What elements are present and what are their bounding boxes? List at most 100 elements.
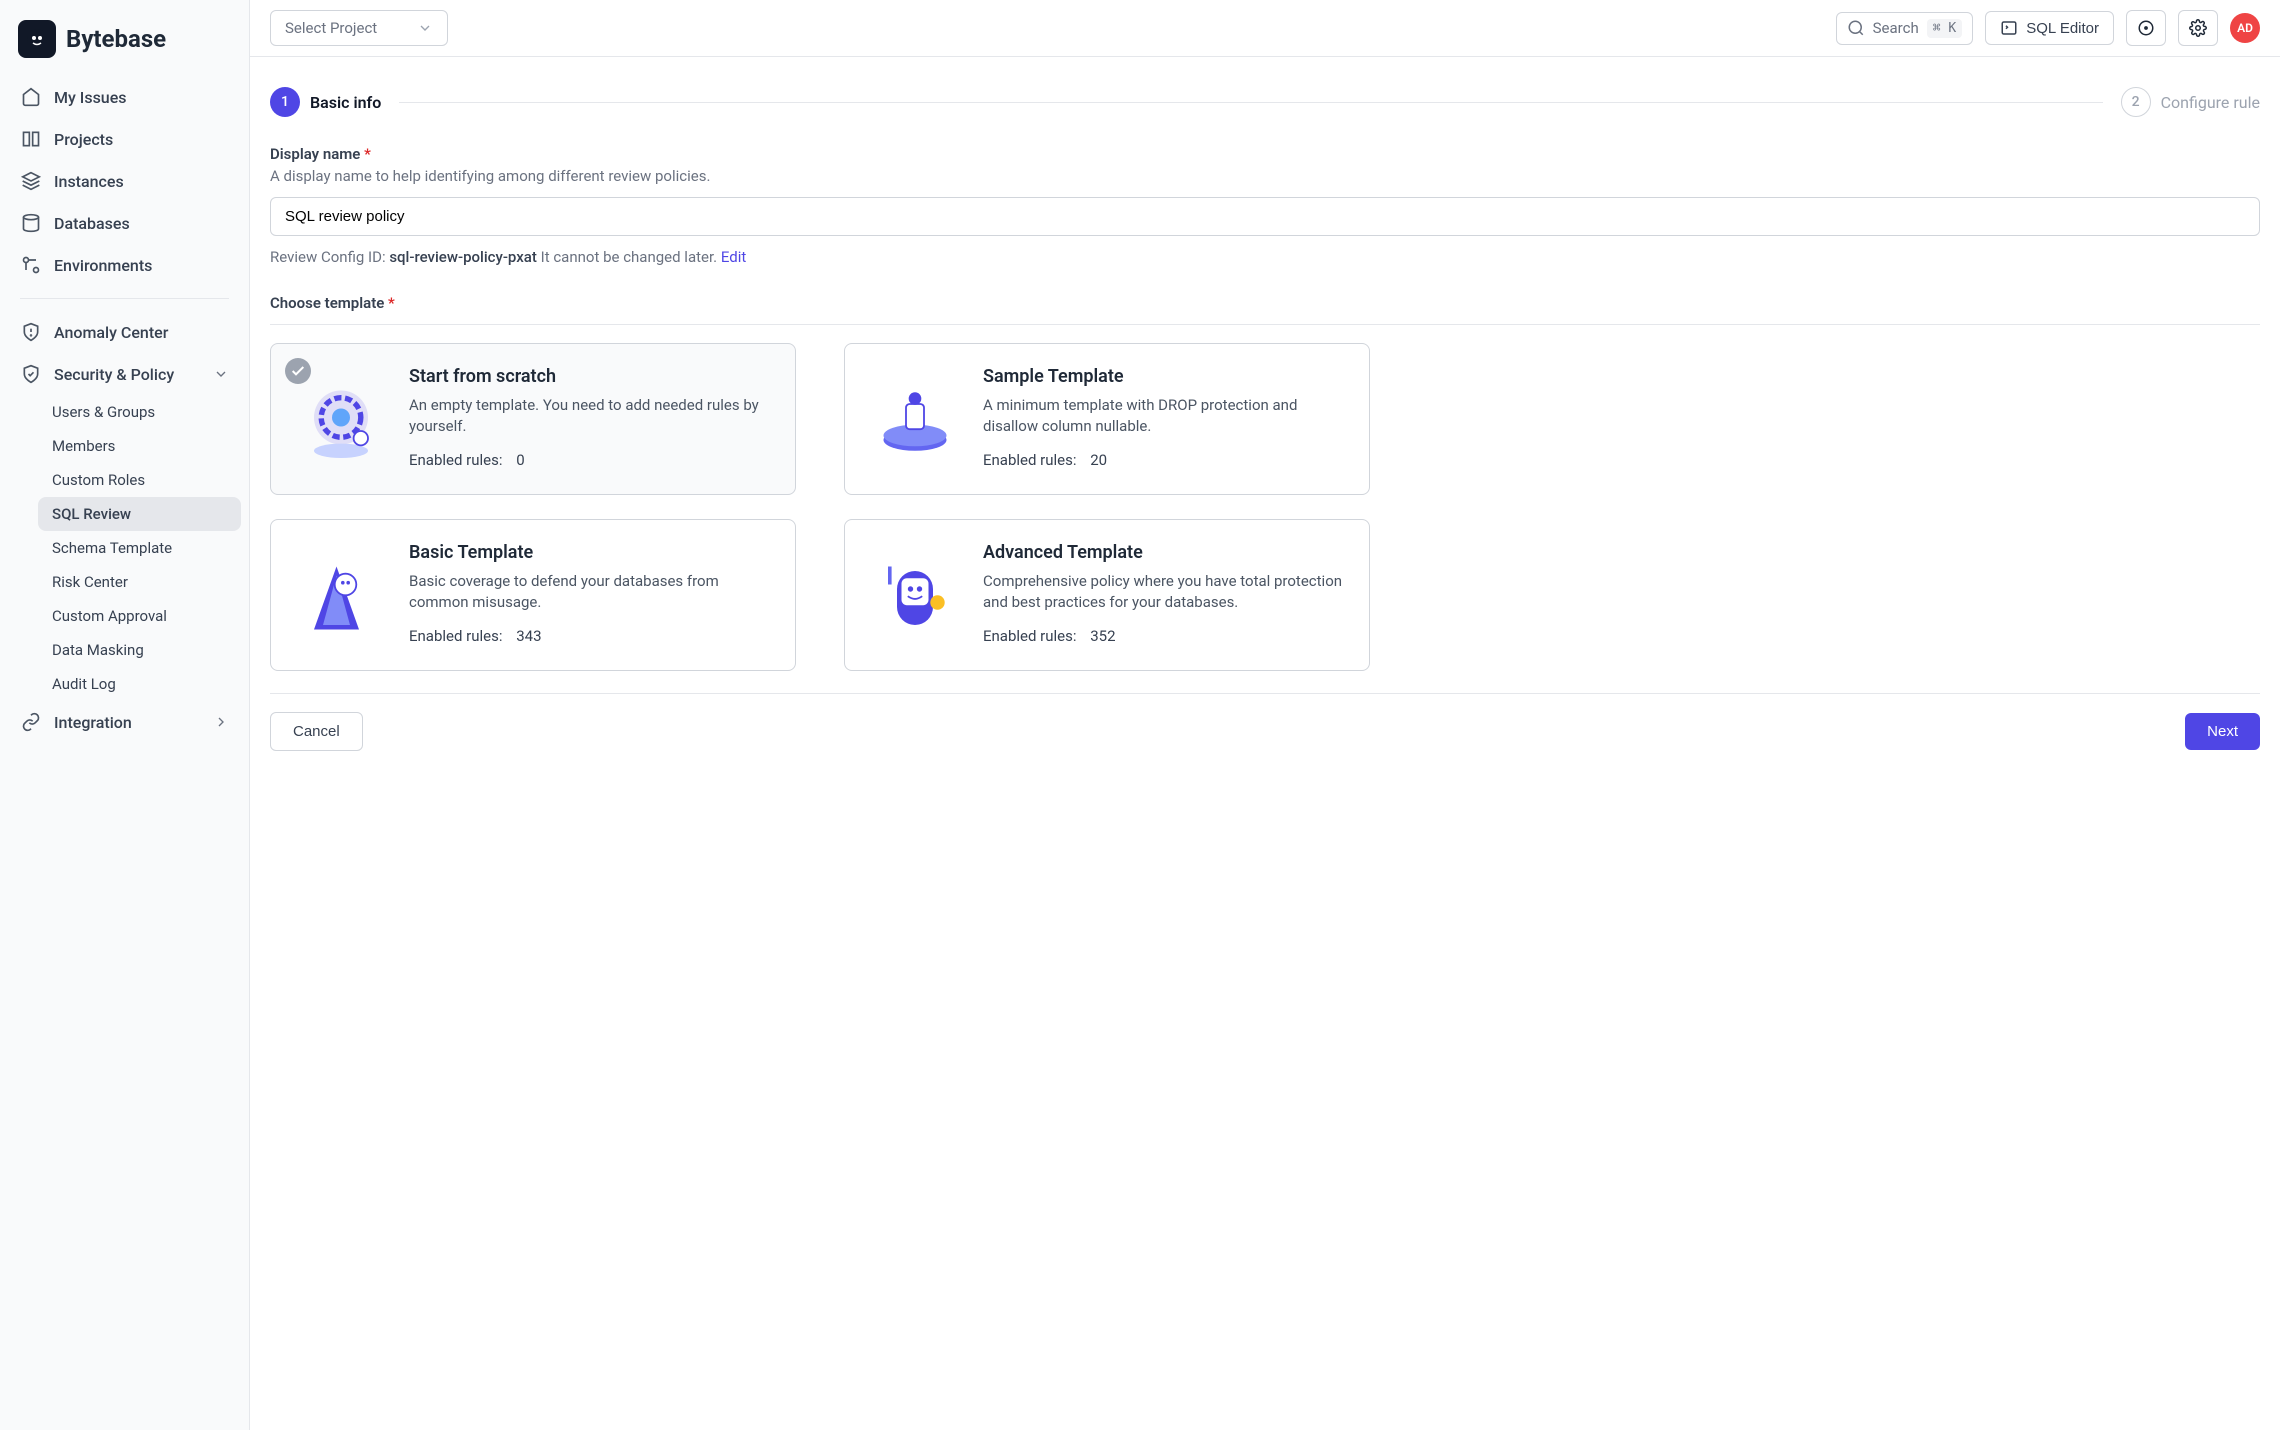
template-rules: Enabled rules: 20 bbox=[983, 451, 1349, 469]
cancel-button[interactable]: Cancel bbox=[270, 712, 363, 751]
sidebar-item-data-masking[interactable]: Data Masking bbox=[38, 633, 241, 667]
template-desc: Basic coverage to defend your databases … bbox=[409, 571, 775, 613]
template-title: Basic Template bbox=[409, 542, 775, 563]
brand-name: Bytebase bbox=[66, 25, 166, 53]
rules-count: 20 bbox=[1090, 451, 1107, 469]
step-1[interactable]: 1 Basic info bbox=[270, 87, 381, 117]
sidebar-item-security-policy[interactable]: Security & Policy bbox=[8, 353, 241, 395]
project-select-label: Select Project bbox=[285, 19, 377, 37]
sidebar-item-label: Databases bbox=[54, 214, 130, 233]
avatar[interactable]: AD bbox=[2230, 13, 2260, 43]
required-marker: * bbox=[388, 294, 395, 312]
search-placeholder: Search bbox=[1873, 19, 1919, 37]
sidebar-item-label: Audit Log bbox=[52, 675, 116, 693]
sidebar-item-label: SQL Review bbox=[52, 505, 131, 523]
sidebar-item-label: Custom Approval bbox=[52, 607, 167, 625]
required-marker: * bbox=[364, 145, 371, 163]
sidebar-item-label: Schema Template bbox=[52, 539, 172, 557]
check-icon bbox=[285, 358, 311, 384]
sidebar-item-members[interactable]: Members bbox=[38, 429, 241, 463]
sidebar-item-risk-center[interactable]: Risk Center bbox=[38, 565, 241, 599]
sidebar-item-anomaly-center[interactable]: Anomaly Center bbox=[8, 311, 241, 353]
template-card-advanced[interactable]: Advanced Template Comprehensive policy w… bbox=[844, 519, 1370, 671]
rules-count: 343 bbox=[516, 627, 541, 645]
brand-logo[interactable]: Bytebase bbox=[0, 12, 249, 76]
display-name-input[interactable] bbox=[270, 197, 2260, 236]
projects-icon bbox=[20, 128, 42, 150]
choose-template-label-text: Choose template bbox=[270, 294, 384, 312]
environments-icon bbox=[20, 254, 42, 276]
next-button[interactable]: Next bbox=[2185, 713, 2260, 750]
display-name-hint: A display name to help identifying among… bbox=[270, 167, 2260, 185]
sidebar-item-projects[interactable]: Projects bbox=[8, 118, 241, 160]
gear-icon bbox=[2189, 19, 2207, 37]
template-title: Advanced Template bbox=[983, 542, 1349, 563]
sidebar-item-users-groups[interactable]: Users & Groups bbox=[38, 395, 241, 429]
step-2[interactable]: 2 Configure rule bbox=[2121, 87, 2260, 117]
rules-label: Enabled rules: bbox=[409, 451, 503, 469]
sidebar-item-databases[interactable]: Databases bbox=[8, 202, 241, 244]
sidebar-item-label: Projects bbox=[54, 130, 113, 149]
search-shortcut: ⌘ K bbox=[1927, 19, 1962, 38]
layers-icon bbox=[20, 170, 42, 192]
chevron-down-icon bbox=[213, 366, 229, 382]
review-id-edit-link[interactable]: Edit bbox=[721, 248, 746, 266]
content: 1 Basic info 2 Configure rule Display na… bbox=[250, 57, 2280, 1430]
circle-dot-icon bbox=[2137, 19, 2155, 37]
search-icon bbox=[1847, 19, 1865, 37]
terminal-icon bbox=[2000, 19, 2018, 37]
step-2-label: Configure rule bbox=[2161, 93, 2260, 112]
template-desc: Comprehensive policy where you have tota… bbox=[983, 571, 1349, 613]
template-card-basic[interactable]: Basic Template Basic coverage to defend … bbox=[270, 519, 796, 671]
template-card-sample[interactable]: Sample Template A minimum template with … bbox=[844, 343, 1370, 495]
footer: Cancel Next bbox=[270, 694, 2260, 751]
choose-template-label: Choose template * bbox=[270, 294, 2260, 312]
project-select[interactable]: Select Project bbox=[270, 10, 448, 46]
display-name-label: Display name * bbox=[270, 145, 2260, 163]
sidebar-item-integration[interactable]: Integration bbox=[8, 701, 241, 743]
sidebar-item-label: Risk Center bbox=[52, 573, 128, 591]
review-id-note: It cannot be changed later. bbox=[541, 248, 717, 266]
help-button[interactable] bbox=[2126, 10, 2166, 46]
sidebar-item-label: Users & Groups bbox=[52, 403, 155, 421]
sidebar-item-audit-log[interactable]: Audit Log bbox=[38, 667, 241, 701]
step-1-label: Basic info bbox=[310, 93, 381, 112]
security-subnav: Users & Groups Members Custom Roles SQL … bbox=[8, 395, 241, 701]
search-box[interactable]: Search ⌘ K bbox=[1836, 12, 1974, 45]
shield-alert-icon bbox=[20, 321, 42, 343]
sidebar-item-label: My Issues bbox=[54, 88, 127, 107]
rules-label: Enabled rules: bbox=[983, 627, 1077, 645]
sidebar-item-label: Integration bbox=[54, 713, 132, 732]
rules-label: Enabled rules: bbox=[983, 451, 1077, 469]
sidebar-item-environments[interactable]: Environments bbox=[8, 244, 241, 286]
sidebar-item-instances[interactable]: Instances bbox=[8, 160, 241, 202]
illustration-advanced bbox=[865, 548, 965, 648]
settings-button[interactable] bbox=[2178, 10, 2218, 46]
main: Select Project Search ⌘ K SQL Editor AD bbox=[250, 0, 2280, 1430]
topbar: Select Project Search ⌘ K SQL Editor AD bbox=[250, 0, 2280, 57]
display-name-label-text: Display name bbox=[270, 145, 360, 163]
sql-editor-button[interactable]: SQL Editor bbox=[1985, 11, 2114, 45]
illustration-scratch bbox=[291, 372, 391, 472]
home-icon bbox=[20, 86, 42, 108]
sidebar-item-label: Data Masking bbox=[52, 641, 144, 659]
sidebar-item-sql-review[interactable]: SQL Review bbox=[38, 497, 241, 531]
step-2-number: 2 bbox=[2121, 87, 2151, 117]
step-1-number: 1 bbox=[270, 87, 300, 117]
sidebar-item-my-issues[interactable]: My Issues bbox=[8, 76, 241, 118]
avatar-initials: AD bbox=[2237, 21, 2253, 35]
sidebar: Bytebase My Issues Projects Instances Da… bbox=[0, 0, 250, 1430]
brand-icon bbox=[18, 20, 56, 58]
review-id-value: sql-review-policy-pxat bbox=[389, 248, 537, 266]
rules-count: 0 bbox=[516, 451, 524, 469]
sidebar-item-custom-approval[interactable]: Custom Approval bbox=[38, 599, 241, 633]
illustration-sample bbox=[865, 372, 965, 472]
sidebar-item-custom-roles[interactable]: Custom Roles bbox=[38, 463, 241, 497]
review-id-prefix: Review Config ID: bbox=[270, 248, 386, 266]
chevron-right-icon bbox=[213, 714, 229, 730]
sidebar-item-schema-template[interactable]: Schema Template bbox=[38, 531, 241, 565]
template-card-scratch[interactable]: Start from scratch An empty template. Yo… bbox=[270, 343, 796, 495]
nav-primary: My Issues Projects Instances Databases E… bbox=[0, 76, 249, 743]
shield-check-icon bbox=[20, 363, 42, 385]
illustration-basic bbox=[291, 548, 391, 648]
